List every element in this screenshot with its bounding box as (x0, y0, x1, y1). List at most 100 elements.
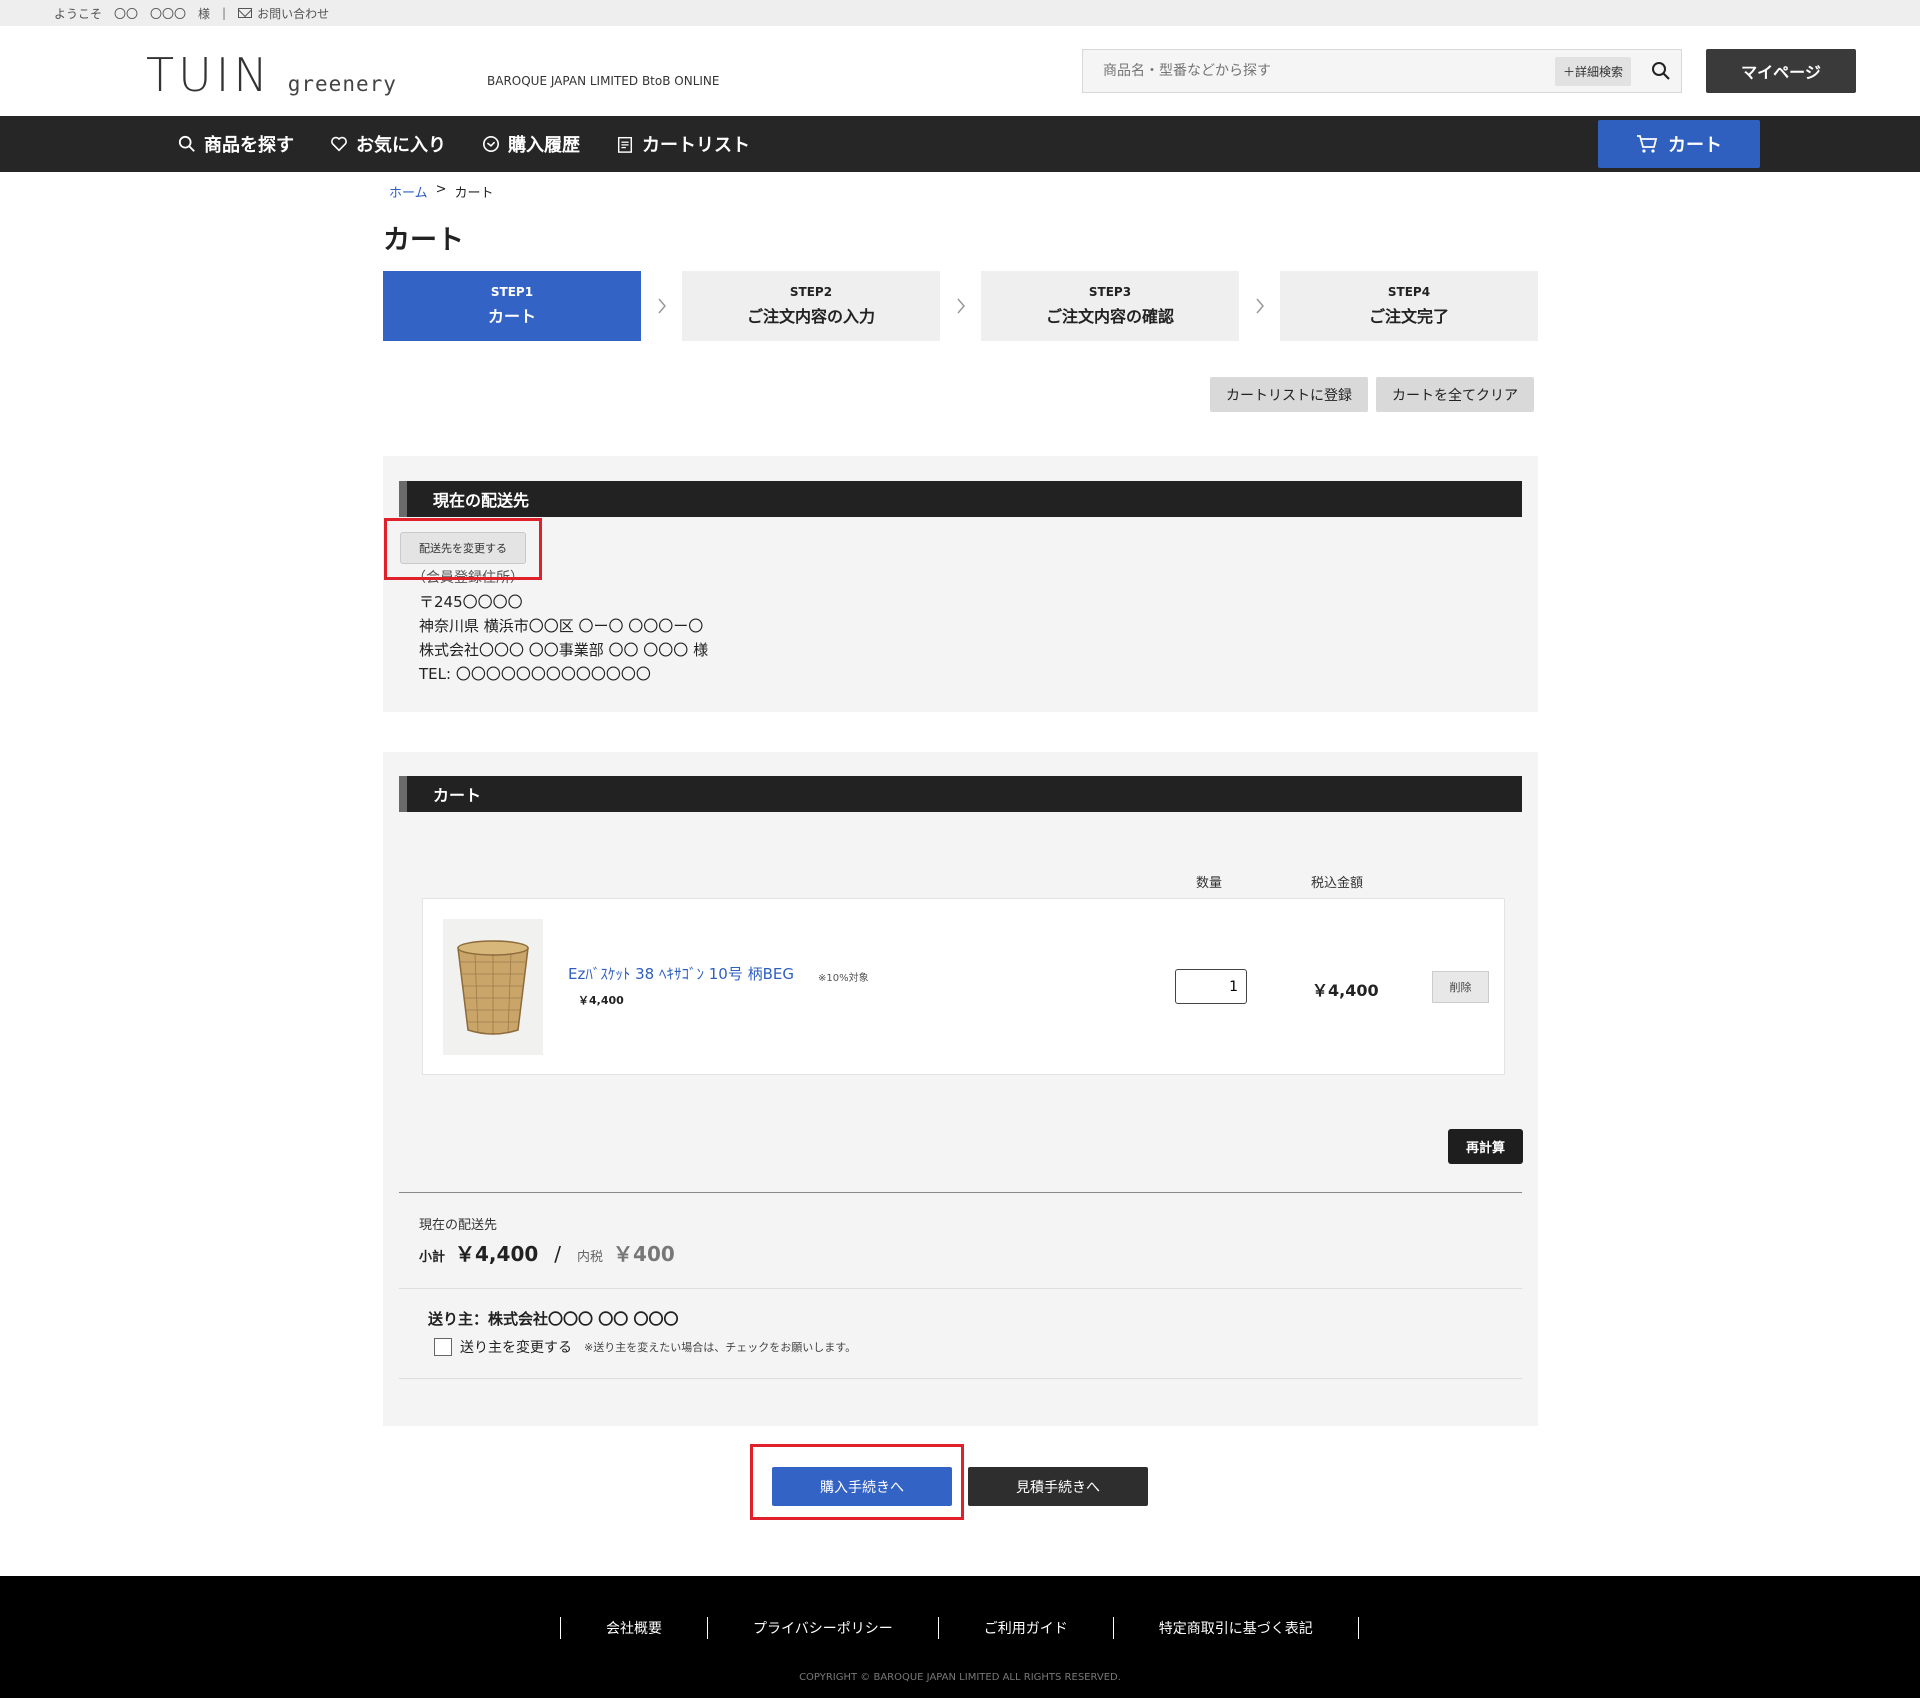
breadcrumb-home[interactable]: ホーム (389, 182, 428, 201)
footer-links: 会社概要 プライバシーポリシー ご利用ガイド 特定商取引に基づく表記 (560, 1616, 1359, 1640)
step-label: ご注文内容の入力 (746, 307, 875, 326)
mypage-button[interactable]: マイページ (1706, 49, 1856, 93)
footer-link-legal[interactable]: 特定商取引に基づく表記 (1112, 1617, 1358, 1639)
contact-label: お問い合わせ (257, 6, 330, 21)
tax-value: ￥400 (613, 1242, 675, 1266)
shipping-panel: 現在の配送先 （会員登録住所） 配送先を変更する 〒245〇〇〇〇 神奈川県 横… (383, 456, 1538, 712)
address-tel: TEL: 〇〇〇〇〇〇〇〇〇〇〇〇〇 (419, 665, 651, 683)
welcome-text: ようこそ 〇〇 〇〇〇 様 (54, 6, 211, 21)
topbar-separator: | (222, 6, 227, 20)
change-sender-checkbox[interactable] (434, 1338, 452, 1356)
search-icon (1652, 62, 1670, 80)
nav-item-search[interactable]: 商品を探す (178, 131, 294, 157)
search-icon (178, 135, 195, 152)
subtotal-label: 小計 (419, 1250, 446, 1265)
site-logo[interactable]: TUIN greenery (146, 48, 397, 102)
step-label: ご注文内容の確認 (1045, 307, 1174, 326)
footer-link-company[interactable]: 会社概要 (560, 1617, 707, 1639)
item-total: ￥4,400 (1312, 981, 1379, 1000)
checkout-steps: STEP1 カート STEP2 ご注文内容の入力 STEP3 ご注文内容の確認 … (383, 271, 1538, 341)
site-footer: 会社概要 プライバシーポリシー ご利用ガイド 特定商取引に基づく表記 COPYR… (0, 1576, 1920, 1698)
footer-divider (1357, 1617, 1359, 1639)
cart-button-label: カート (1668, 135, 1722, 156)
product-name-link[interactable]: Ezﾊﾞｽｹｯﾄ 38 ﾍｷｻｺﾞﾝ 10号 柄BEG (568, 963, 794, 984)
step-number: STEP4 (1387, 285, 1431, 299)
nav-item-history[interactable]: 購入履歴 (482, 131, 580, 157)
basket-image (457, 940, 529, 1035)
cart-heading: カート (399, 776, 1522, 812)
address-line: 神奈川県 横浜市〇〇区 〇ー〇 〇〇〇ー〇 (419, 617, 704, 635)
step-label: ご注文完了 (1368, 307, 1449, 326)
step-3: STEP3 ご注文内容の確認 (981, 271, 1239, 341)
qty-column-header: 数量 (1196, 876, 1223, 891)
clipboard-icon (617, 136, 633, 153)
search-button[interactable] (1641, 50, 1681, 92)
sender-label: 送り主：株式会社〇〇〇 〇〇 〇〇〇 (428, 1310, 679, 1328)
nav-label: カートリスト (642, 135, 750, 156)
copyright: COPYRIGHT © BAROQUE JAPAN LIMITED ALL RI… (799, 1672, 1121, 1683)
nav-item-cartlist[interactable]: カートリスト (616, 131, 750, 157)
quote-button[interactable]: 見積手続きへ (968, 1467, 1148, 1506)
address-name: 株式会社〇〇〇 〇〇事業部 〇〇 〇〇〇 様 (419, 641, 709, 659)
footer-link-privacy[interactable]: プライバシーポリシー (707, 1617, 938, 1639)
step-label: カート (487, 307, 536, 326)
register-cartlist-button[interactable]: カートリストに登録 (1210, 377, 1368, 412)
address-postal: 〒245〇〇〇〇 (419, 593, 523, 611)
subtotal-separator: / (554, 1242, 562, 1266)
sender-note: ※送り主を変えたい場合は、チェックをお願いします。 (584, 1341, 857, 1354)
mail-icon (238, 8, 253, 18)
logo-sub: greenery (287, 72, 397, 96)
unit-price: ￥4,400 (578, 994, 624, 1007)
step-2: STEP2 ご注文内容の入力 (682, 271, 940, 341)
search-bar: ＋詳細検索 (1082, 49, 1682, 93)
cart-item: Ezﾊﾞｽｹｯﾄ 38 ﾍｷｻｺﾞﾝ 10号 柄BEG ※10%対象 ￥4,40… (422, 898, 1505, 1075)
step-number: STEP2 (789, 285, 833, 299)
change-sender-row: 送り主を変更する ※送り主を変えたい場合は、チェックをお願いします。 (434, 1337, 856, 1357)
breadcrumb-current: カート (454, 186, 494, 201)
contact-link[interactable]: お問い合わせ (238, 5, 329, 22)
nav-label: 商品を探す (204, 135, 294, 156)
breadcrumb-separator: > (435, 182, 447, 197)
chevron-right-icon (651, 295, 673, 317)
cart-icon (1637, 135, 1658, 153)
subtotal-value: ￥4,400 (455, 1242, 539, 1266)
page-title: カート (383, 225, 464, 256)
utility-bar: ようこそ 〇〇 〇〇〇 様 | お問い合わせ (0, 0, 1920, 26)
nav-label: お気に入り (356, 135, 446, 156)
product-image[interactable] (443, 919, 543, 1055)
site-header: TUIN greenery BAROQUE JAPAN LIMITED BtoB… (0, 26, 1920, 116)
cart-panel: カート 数量 税込金額 Ezﾊﾞｽｹｯﾄ 38 ﾍｷｻｺﾞﾝ 10号 柄BEG … (383, 752, 1538, 1426)
recalculate-button[interactable]: 再計算 (1448, 1129, 1523, 1164)
delete-item-button[interactable]: 削除 (1432, 971, 1489, 1003)
summary-destination-label: 現在の配送先 (419, 1218, 498, 1233)
change-sender-label[interactable]: 送り主を変更する (460, 1337, 572, 1357)
highlight-box (384, 518, 542, 580)
heart-icon (331, 136, 347, 152)
nav-item-favorites[interactable]: お気に入り (330, 131, 446, 157)
checkout-button[interactable]: 購入手続きへ (772, 1467, 952, 1506)
cart-button[interactable]: カート (1598, 120, 1760, 168)
advanced-search-button[interactable]: ＋詳細検索 (1554, 56, 1631, 86)
tax-note: ※10%対象 (818, 973, 869, 984)
subtotal-row: 小計 ￥4,400 / 内税 ￥400 (419, 1238, 675, 1267)
footer-link-guide[interactable]: ご利用ガイド (937, 1617, 1113, 1639)
quantity-input[interactable] (1175, 969, 1247, 1004)
tax-label: 内税 (577, 1250, 604, 1265)
logo-main: TUIN (146, 48, 272, 102)
history-icon (482, 135, 500, 153)
chevron-right-icon (1249, 295, 1271, 317)
breadcrumb: ホーム > カート (389, 182, 494, 201)
chevron-right-icon (950, 295, 972, 317)
divider (399, 1192, 1522, 1193)
step-4: STEP4 ご注文完了 (1280, 271, 1538, 341)
divider (399, 1288, 1522, 1289)
step-number: STEP1 (490, 285, 534, 299)
total-column-header: 税込金額 (1311, 876, 1364, 891)
brand-line: BAROQUE JAPAN LIMITED BtoB ONLINE (487, 74, 720, 88)
main-nav: 商品を探す お気に入り 購入履歴 カートリスト カート (0, 116, 1920, 172)
step-1: STEP1 カート (383, 271, 641, 341)
clear-cart-button[interactable]: カートを全てクリア (1376, 377, 1534, 412)
step-number: STEP3 (1088, 285, 1132, 299)
shipping-heading: 現在の配送先 (399, 481, 1522, 517)
search-input[interactable] (1083, 50, 1555, 92)
